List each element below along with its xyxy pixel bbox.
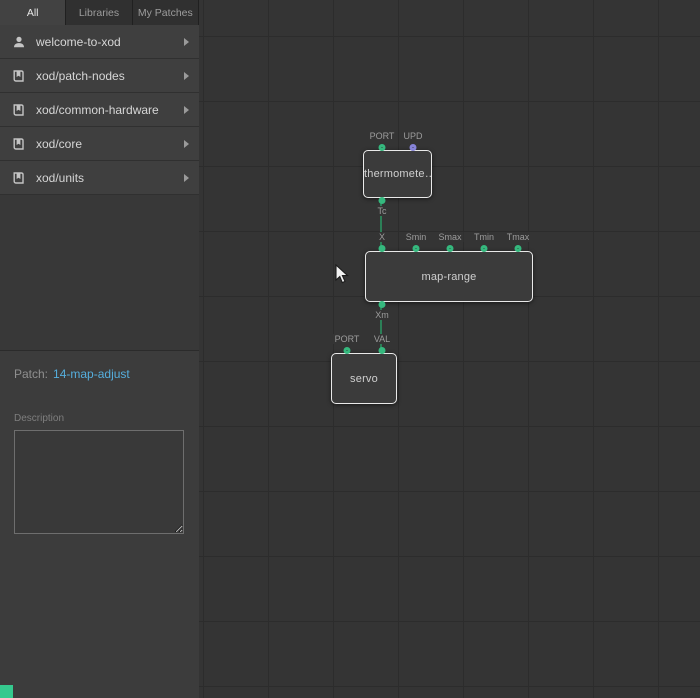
pin-label-tmax: Tmax: [505, 232, 532, 242]
list-item-label: xod/units: [36, 171, 184, 185]
pin-servo-val[interactable]: [379, 347, 386, 354]
list-item-label: welcome-to-xod: [36, 35, 184, 49]
pin-label-servo-port: PORT: [333, 334, 362, 344]
description-textarea[interactable]: [14, 430, 184, 534]
pin-label-tc: Tc: [376, 206, 389, 216]
node-servo[interactable]: PORT VAL servo: [331, 353, 397, 404]
chevron-right-icon[interactable]: [184, 140, 189, 148]
pin-label-x: X: [377, 232, 387, 242]
patch-line: Patch: 14-map-adjust: [14, 367, 185, 381]
pin-servo-port[interactable]: [344, 347, 351, 354]
node-label: servo: [350, 373, 378, 385]
pin-label-upd: UPD: [401, 131, 424, 141]
pin-map-range-x[interactable]: [379, 245, 386, 252]
pin-map-range-tmax[interactable]: [515, 245, 522, 252]
chevron-right-icon[interactable]: [184, 38, 189, 46]
pin-map-range-smin[interactable]: [413, 245, 420, 252]
pin-label-port: PORT: [368, 131, 397, 141]
project-browser: All Libraries My Patches welcome-to-xod …: [0, 0, 199, 698]
browser-tabbar: All Libraries My Patches: [0, 0, 199, 25]
node-label: map-range: [422, 271, 477, 283]
list-item-label: xod/core: [36, 137, 184, 151]
library-list: welcome-to-xod xod/patch-nodes xod/commo…: [0, 25, 199, 195]
pin-thermometer-upd[interactable]: [410, 144, 417, 151]
tab-my-patches[interactable]: My Patches: [133, 0, 199, 25]
library-icon: [12, 137, 27, 151]
pin-label-xm: Xm: [373, 310, 391, 320]
chevron-right-icon[interactable]: [184, 174, 189, 182]
library-icon: [12, 69, 27, 83]
pin-label-servo-val: VAL: [372, 334, 392, 344]
chevron-right-icon[interactable]: [184, 72, 189, 80]
sidebar-item-welcome-to-xod[interactable]: welcome-to-xod: [0, 25, 199, 59]
list-item-label: xod/common-hardware: [36, 103, 184, 117]
patch-label: Patch:: [14, 367, 48, 381]
pin-map-range-smax[interactable]: [447, 245, 454, 252]
patch-name-link[interactable]: 14-map-adjust: [53, 367, 130, 381]
links-layer: [199, 0, 700, 698]
pin-map-range-xm[interactable]: [379, 301, 386, 308]
node-map-range[interactable]: X Smin Smax Tmin Tmax map-range Xm: [365, 251, 533, 302]
library-icon: [12, 103, 27, 117]
status-corner-badge: [0, 685, 13, 698]
pin-label-smin: Smin: [404, 232, 429, 242]
xod-ide-window: PORT UPD thermomete… Tc X Smin Smax Tmin…: [0, 0, 700, 698]
sidebar-item-xod-units[interactable]: xod/units: [0, 161, 199, 195]
tab-all[interactable]: All: [0, 0, 66, 25]
pin-map-range-tmin[interactable]: [481, 245, 488, 252]
pin-thermometer-tc[interactable]: [379, 197, 386, 204]
pin-thermometer-port[interactable]: [379, 144, 386, 151]
description-label: Description: [14, 413, 185, 424]
library-icon: [12, 171, 27, 185]
node-thermometer[interactable]: PORT UPD thermomete… Tc: [363, 150, 432, 198]
sidebar-item-xod-common-hardware[interactable]: xod/common-hardware: [0, 93, 199, 127]
sidebar-item-xod-core[interactable]: xod/core: [0, 127, 199, 161]
tab-libraries[interactable]: Libraries: [66, 0, 132, 25]
sidebar-item-xod-patch-nodes[interactable]: xod/patch-nodes: [0, 59, 199, 93]
user-icon: [12, 35, 27, 49]
node-label: thermomete…: [364, 168, 431, 180]
patch-info-panel: Patch: 14-map-adjust Description: [0, 350, 199, 698]
list-item-label: xod/patch-nodes: [36, 69, 184, 83]
pin-label-smax: Smax: [436, 232, 463, 242]
chevron-right-icon[interactable]: [184, 106, 189, 114]
pin-label-tmin: Tmin: [472, 232, 496, 242]
patch-canvas[interactable]: PORT UPD thermomete… Tc X Smin Smax Tmin…: [199, 0, 700, 698]
